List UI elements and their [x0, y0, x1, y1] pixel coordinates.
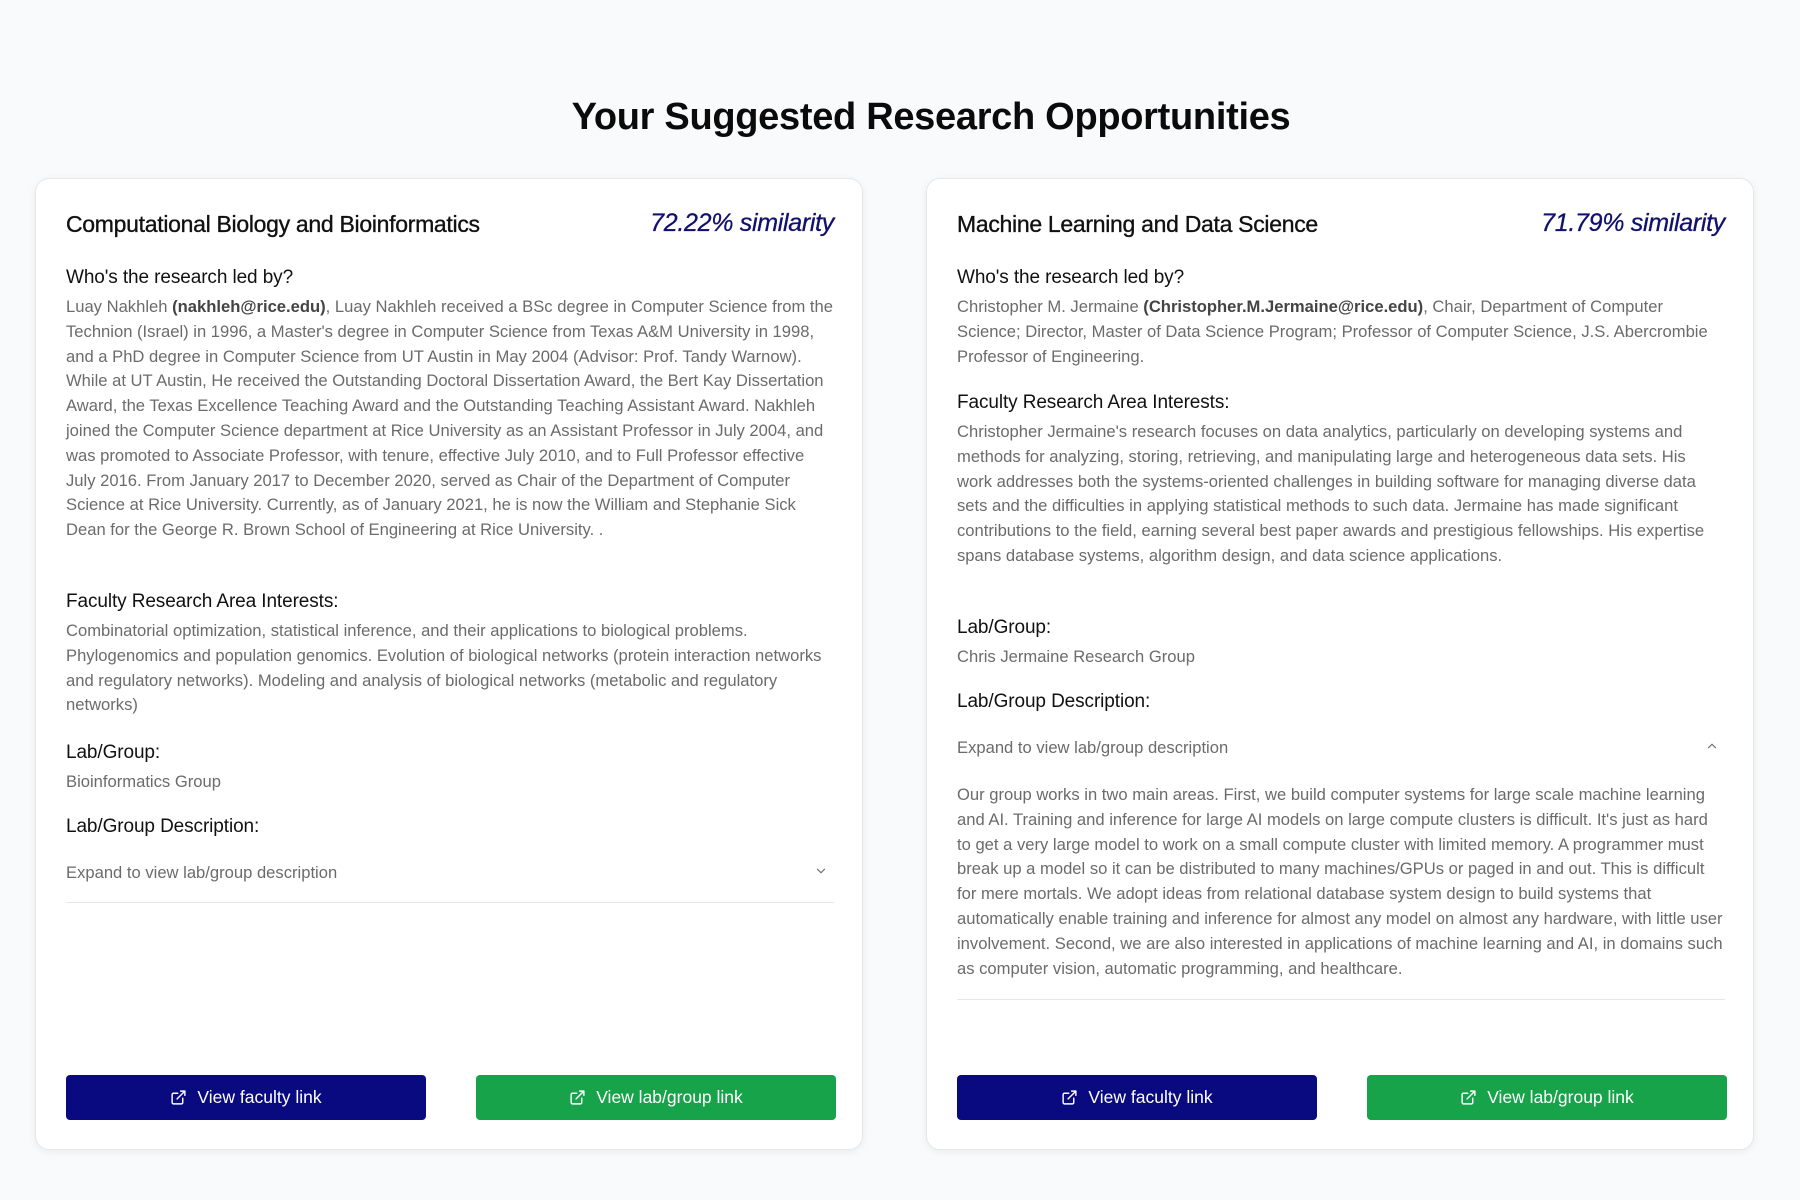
expand-lab-desc-toggle[interactable]: Expand to view lab/group description	[66, 846, 834, 902]
led-by-heading: Who's the research led by?	[957, 267, 1185, 288]
opportunity-card-machine-learning: Machine Learning and Data Science 71.79%…	[926, 178, 1754, 1150]
view-faculty-link-button[interactable]: View faculty link	[66, 1075, 426, 1120]
faculty-button-label: View faculty link	[197, 1087, 322, 1107]
lab-heading: Lab/Group:	[66, 742, 161, 763]
lab-desc-section: Lab/Group Description:	[66, 816, 834, 844]
lab-name: Chris Jermaine Research Group	[957, 647, 1195, 666]
leader-name: Luay Nakhleh	[66, 297, 173, 316]
led-by-heading: Who's the research led by?	[66, 267, 294, 288]
lab-button-label: View lab/group link	[1487, 1087, 1634, 1107]
lab-desc-section: Lab/Group Description:	[957, 691, 1725, 719]
leader-bio-text: , Luay Nakhleh received a BSc degree in …	[66, 297, 833, 540]
page-title: Your Suggested Research Opportunities	[571, 96, 1291, 138]
lab-desc-heading: Lab/Group Description:	[957, 691, 1151, 712]
interests-section: Faculty Research Area Interests: Combina…	[66, 591, 834, 718]
external-link-icon	[1062, 1090, 1077, 1105]
card-header: Computational Biology and Bioinformatics…	[66, 205, 835, 245]
page: Your Suggested Research Opportunities Co…	[0, 0, 1800, 1200]
card-header: Machine Learning and Data Science 71.79%…	[957, 205, 1726, 245]
led-by-section: Who's the research led by? Christopher M…	[957, 267, 1725, 369]
expand-label: Expand to view lab/group description	[66, 863, 338, 882]
lab-desc-expander: Expand to view lab/group description Our…	[957, 721, 1725, 1001]
leader-email: (Christopher.M.Jermaine@rice.edu)	[1143, 297, 1424, 316]
lab-desc-expander: Expand to view lab/group description	[66, 846, 834, 903]
faculty-button-label: View faculty link	[1088, 1087, 1213, 1107]
view-faculty-link-button[interactable]: View faculty link	[957, 1075, 1317, 1120]
interests-text: Christopher Jermaine's research focuses …	[957, 422, 1705, 565]
similarity-score: 72.22% similarity	[650, 209, 834, 237]
lab-desc-heading: Lab/Group Description:	[66, 816, 260, 837]
lab-description-text: Our group works in two main areas. First…	[957, 785, 1723, 978]
lab-name: Bioinformatics Group	[66, 772, 221, 791]
view-lab-group-link-button[interactable]: View lab/group link	[1367, 1075, 1727, 1120]
chevron-up-icon	[1707, 743, 1717, 749]
interests-section: Faculty Research Area Interests: Christo…	[957, 392, 1725, 569]
opportunity-card-computational-biology: Computational Biology and Bioinformatics…	[35, 178, 863, 1150]
leader-bio: Christopher M. Jermaine (Christopher.M.J…	[957, 295, 1725, 369]
external-link-icon	[570, 1090, 585, 1105]
collapse-lab-desc-toggle[interactable]: Expand to view lab/group description	[957, 721, 1725, 777]
lab-heading: Lab/Group:	[957, 617, 1052, 638]
interests-text: Combinatorial optimization, statistical …	[66, 621, 822, 715]
chevron-down-icon	[816, 868, 826, 874]
view-lab-group-link-button[interactable]: View lab/group link	[476, 1075, 836, 1120]
card-title: Computational Biology and Bioinformatics	[66, 211, 480, 237]
top-strip	[0, 0, 1800, 50]
interests-heading: Faculty Research Area Interests:	[66, 591, 339, 612]
similarity-score: 71.79% similarity	[1541, 209, 1725, 237]
external-link-icon	[171, 1090, 186, 1105]
external-link-icon	[1461, 1090, 1476, 1105]
lab-section: Lab/Group: Bioinformatics Group	[66, 742, 834, 795]
interests-heading: Faculty Research Area Interests:	[957, 392, 1230, 413]
lab-section: Lab/Group: Chris Jermaine Research Group	[957, 617, 1725, 670]
lab-button-label: View lab/group link	[596, 1087, 743, 1107]
card-title: Machine Learning and Data Science	[957, 211, 1319, 237]
expand-label: Expand to view lab/group description	[957, 738, 1229, 757]
leader-bio: Luay Nakhleh (nakhleh@rice.edu), Luay Na…	[66, 295, 834, 543]
leader-name: Christopher M. Jermaine	[957, 297, 1144, 316]
led-by-section: Who's the research led by? Luay Nakhleh …	[66, 267, 834, 543]
leader-email: (nakhleh@rice.edu)	[172, 297, 326, 316]
